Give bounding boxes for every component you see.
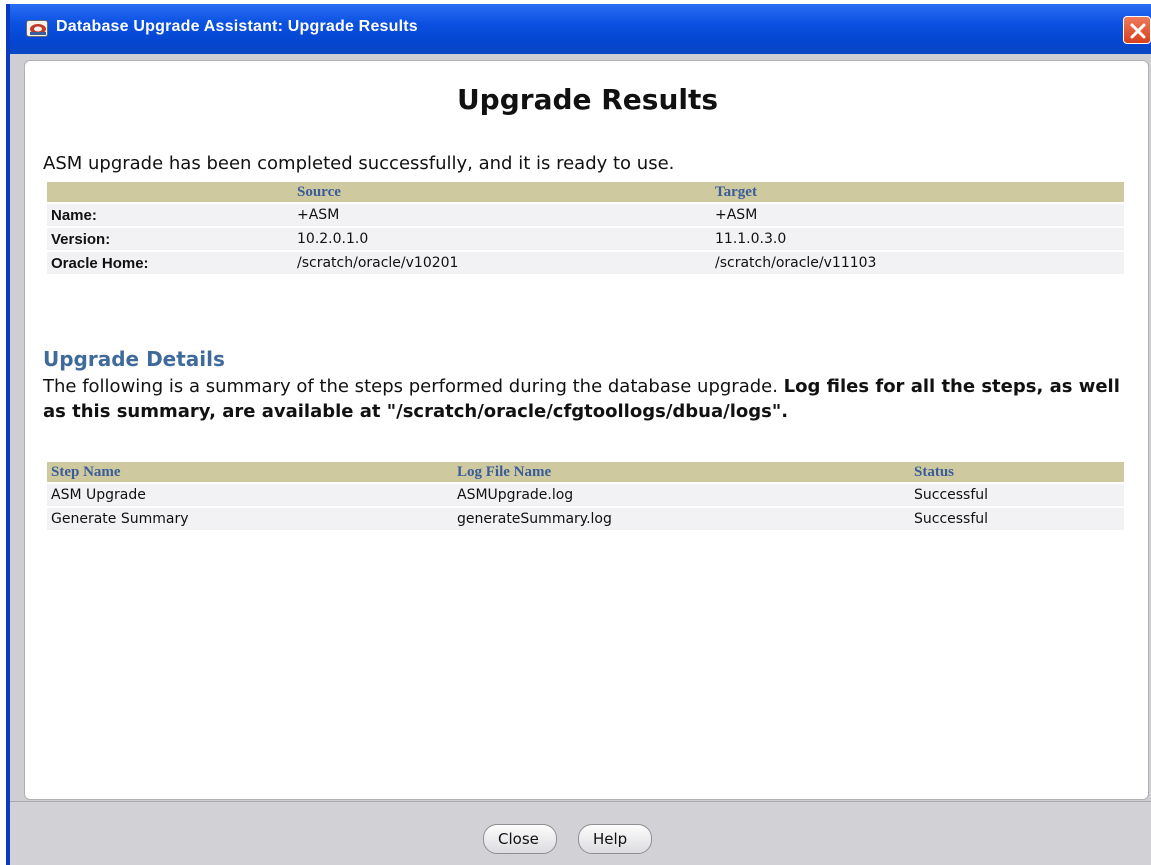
- source-value: /scratch/oracle/v10201: [293, 252, 711, 274]
- source-value: 10.2.0.1.0: [293, 228, 711, 250]
- window-title: Database Upgrade Assistant: Upgrade Resu…: [56, 18, 418, 35]
- step-status: Successful: [910, 484, 1124, 506]
- details-description: The following is a summary of the steps …: [43, 374, 1133, 424]
- step-name: Generate Summary: [47, 508, 453, 530]
- page-title: Upgrade Results: [456, 83, 719, 116]
- dialog-window: Database Upgrade Assistant: Upgrade Resu…: [6, 4, 1151, 865]
- summary-header-target: Target: [711, 182, 1124, 202]
- target-value: /scratch/oracle/v11103: [711, 252, 1124, 274]
- title-bar[interactable]: Database Upgrade Assistant: Upgrade Resu…: [6, 4, 1151, 54]
- button-bar: Close Help: [10, 801, 1151, 865]
- window-frame-left: [6, 54, 10, 865]
- details-text-plain: The following is a summary of the steps …: [43, 376, 784, 397]
- close-icon[interactable]: [1123, 16, 1151, 44]
- step-status: Successful: [910, 508, 1124, 530]
- table-row: Version: 10.2.0.1.0 11.1.0.3.0: [47, 228, 1124, 250]
- table-row: Oracle Home: /scratch/oracle/v10201 /scr…: [47, 252, 1124, 274]
- close-button[interactable]: Close: [483, 824, 557, 854]
- source-value: +ASM: [293, 204, 711, 226]
- steps-header-status: Status: [910, 462, 1124, 482]
- intro-text: ASM upgrade has been completed successfu…: [43, 153, 675, 174]
- row-label: Version:: [47, 228, 293, 250]
- content-panel: Upgrade Results ASM upgrade has been com…: [24, 60, 1149, 800]
- summary-header-blank: [47, 182, 293, 202]
- step-name: ASM Upgrade: [47, 484, 453, 506]
- steps-header-step: Step Name: [47, 462, 453, 482]
- table-row: ASM Upgrade ASMUpgrade.log Successful: [47, 484, 1124, 506]
- row-label: Name:: [47, 204, 293, 226]
- target-value: 11.1.0.3.0: [711, 228, 1124, 250]
- target-value: +ASM: [711, 204, 1124, 226]
- summary-header-source: Source: [293, 182, 711, 202]
- table-row: Generate Summary generateSummary.log Suc…: [47, 508, 1124, 530]
- row-label: Oracle Home:: [47, 252, 293, 274]
- oracle-app-icon: [26, 20, 48, 37]
- log-file-name: generateSummary.log: [453, 508, 910, 530]
- steps-table: Step Name Log File Name Status ASM Upgra…: [47, 460, 1124, 532]
- details-heading: Upgrade Details: [43, 347, 225, 371]
- table-row: Name: +ASM +ASM: [47, 204, 1124, 226]
- summary-header-row: Source Target: [47, 182, 1124, 202]
- steps-header-row: Step Name Log File Name Status: [47, 462, 1124, 482]
- steps-header-log: Log File Name: [453, 462, 910, 482]
- log-file-name: ASMUpgrade.log: [453, 484, 910, 506]
- summary-table: Source Target Name: +ASM +ASM Version: 1…: [47, 180, 1124, 276]
- help-button[interactable]: Help: [578, 824, 652, 854]
